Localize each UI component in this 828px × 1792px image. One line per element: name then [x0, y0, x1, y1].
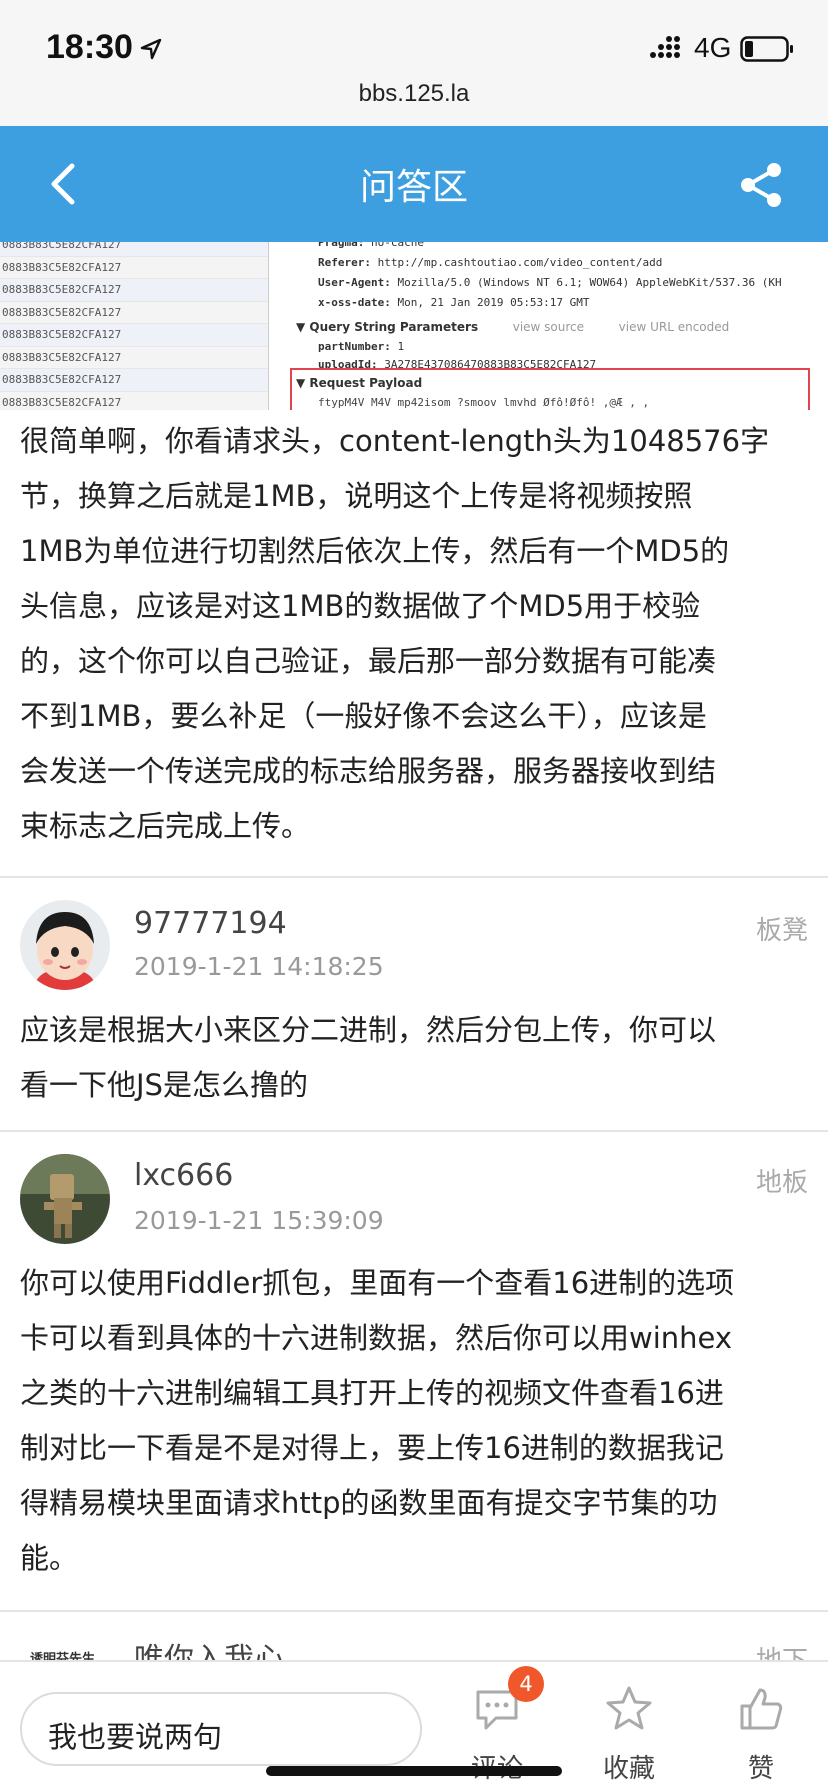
- network-type: 4G: [694, 32, 732, 63]
- post-line: 节，换算之后就是1MB，说明这个上传是将视频按照: [20, 479, 693, 513]
- comment-username[interactable]: 97777194: [134, 906, 287, 941]
- comment-time: 2019-1-21 15:39:09: [134, 1206, 384, 1235]
- comment-line: 应该是根据大小来区分二进制，然后分包上传，你可以: [20, 1013, 717, 1047]
- photo-avatar-icon: [20, 1154, 110, 1244]
- post-line: 的，这个你可以自己验证，最后那一部分数据有可能凑: [20, 644, 717, 678]
- comment-line: 看一下他JS是怎么撸的: [20, 1068, 308, 1102]
- post-line: 1MB为单位进行切割然后依次上传，然后有一个MD5的: [20, 534, 730, 568]
- screenshot-header-line: User-Agent: Mozilla/5.0 (Windows NT 6.1;…: [318, 276, 782, 289]
- query-section-title: ▼ Query String Parameters: [296, 320, 479, 334]
- screenshot-payload-section: ▼ Request Payload: [296, 376, 422, 390]
- view-source-link: view source: [512, 320, 585, 334]
- url-bar[interactable]: bbs.125.la: [0, 80, 828, 108]
- screenshot-divider: [268, 242, 282, 410]
- reply-input[interactable]: 我也要说两句: [20, 1692, 422, 1766]
- avatar[interactable]: [20, 900, 110, 990]
- divider: [0, 876, 828, 878]
- header-value: Mozilla/5.0 (Windows NT 6.1; WOW64) Appl…: [397, 276, 782, 289]
- battery-icon: [740, 36, 793, 62]
- comment-floor-label: 地板: [755, 1168, 808, 1198]
- comment-username[interactable]: lxc666: [134, 1158, 233, 1193]
- payload-section-title: ▼ Request Payload: [296, 376, 423, 390]
- like-label: 赞: [747, 1754, 774, 1784]
- post-line: 不到1MB，要么补足（一般好像不会这么干），应该是: [20, 699, 707, 733]
- star-icon: [606, 1686, 652, 1730]
- header-value: no-cache: [370, 242, 424, 249]
- screenshot-header-line: Pragma: no-cache: [318, 242, 424, 249]
- header-value: Mon, 21 Jan 2019 05:53:17 GMT: [397, 296, 590, 309]
- comment-body: 应该是根据大小来区分二进制，然后分包上传，你可以 看一下他JS是怎么撸的: [20, 1003, 810, 1113]
- favorite-label: 收藏: [602, 1754, 655, 1784]
- favorite-button[interactable]: 收藏: [584, 1676, 674, 1786]
- header-value: http://mp.cashtoutiao.com/video_content/…: [377, 256, 663, 269]
- avatar[interactable]: [20, 1154, 110, 1244]
- screenshot-row: 0883B83C5E82CFA127: [0, 302, 268, 324]
- post-line: 会发送一个传送完成的标志给服务器，服务器接收到结: [20, 754, 717, 788]
- header-key: Pragma:: [318, 242, 365, 249]
- param-key: partNumber:: [318, 340, 391, 353]
- screenshot-param-line: partNumber: 1: [318, 340, 404, 353]
- comment-floor-label: 板凳: [755, 916, 808, 946]
- param-value: 1: [397, 340, 405, 353]
- screenshot-row: 0883B83C5E82CFA127: [0, 392, 268, 411]
- status-time: 18:30: [46, 28, 133, 66]
- header-key: User-Agent:: [318, 276, 391, 289]
- comment-line: 你可以使用Fiddler抓包，里面有一个查看16进制的选项: [20, 1266, 735, 1300]
- post-line: 头信息，应该是对这1MB的数据做了个MD5用于校验: [20, 589, 701, 623]
- screenshot-payload-preview: ftypM4V M4V mp42isom ?smoov lmvhd Øfô!Øf…: [318, 396, 650, 409]
- screenshot-header-line: Referer: http://mp.cashtoutiao.com/video…: [318, 256, 662, 269]
- header-key: x-oss-date:: [318, 296, 391, 309]
- post-screenshot-image[interactable]: 0883B83C5E82CFA127 0883B83C5E82CFA127 08…: [0, 242, 828, 410]
- comment-line: 得精易模块里面请求http的函数里面有提交字节集的功: [20, 1486, 718, 1520]
- comment-time: 2019-1-21 14:18:25: [134, 952, 384, 981]
- comment-line: 能。: [20, 1541, 79, 1575]
- screenshot-row: 0883B83C5E82CFA127: [0, 347, 268, 369]
- share-icon[interactable]: [736, 160, 786, 210]
- cartoon-avatar-icon: [20, 900, 110, 990]
- screenshot-row: 0883B83C5E82CFA127: [0, 279, 268, 302]
- screenshot-headers-panel: Pragma: no-cache Referer: http://mp.cash…: [290, 242, 828, 410]
- location-arrow-icon: [140, 38, 162, 60]
- screenshot-row: 0883B83C5E82CFA127: [0, 324, 268, 347]
- thumbs-up-icon: [740, 1688, 783, 1730]
- screenshot-request-list: 0883B83C5E82CFA127 0883B83C5E82CFA127 08…: [0, 242, 268, 410]
- screenshot-row: 0883B83C5E82CFA127: [0, 242, 268, 257]
- signal-icon: [650, 36, 680, 58]
- screenshot-query-section: ▼ Query String Parameters view source vi…: [296, 320, 729, 334]
- page-title: 问答区: [359, 167, 468, 208]
- comment-count-badge: 4: [508, 1666, 544, 1702]
- comment-line: 卡可以看到具体的十六进制数据，然后你可以用winhex: [20, 1321, 733, 1355]
- post-line: 很简单啊，你看请求头，content-length头为1048576字: [20, 424, 770, 458]
- screenshot-row: 0883B83C5E82CFA127: [0, 257, 268, 279]
- like-button[interactable]: 赞: [716, 1676, 806, 1786]
- comment-line: 之类的十六进制编辑工具打开上传的视频文件查看16进: [20, 1376, 724, 1410]
- screenshot-header-line: x-oss-date: Mon, 21 Jan 2019 05:53:17 GM…: [318, 296, 590, 309]
- view-url-encoded-link: view URL encoded: [618, 320, 730, 334]
- reply-placeholder: 我也要说两句: [48, 1720, 223, 1754]
- divider: [0, 1610, 828, 1612]
- post-body: 很简单啊，你看请求头，content-length头为1048576字 节，换算…: [20, 414, 810, 854]
- post-line: 束标志之后完成上传。: [20, 809, 311, 843]
- comment-line: 制对比一下看是不是对得上，要上传16进制的数据我记: [20, 1431, 724, 1465]
- status-bar: 18:30 4G bbs.125.la: [0, 0, 828, 126]
- screenshot-row: 0883B83C5E82CFA127: [0, 369, 268, 392]
- home-indicator[interactable]: [266, 1766, 562, 1776]
- divider: [0, 1130, 828, 1132]
- header-key: Referer:: [318, 256, 371, 269]
- comment-body: 你可以使用Fiddler抓包，里面有一个查看16进制的选项 卡可以看到具体的十六…: [20, 1256, 810, 1586]
- nav-bar: 问答区: [0, 126, 828, 242]
